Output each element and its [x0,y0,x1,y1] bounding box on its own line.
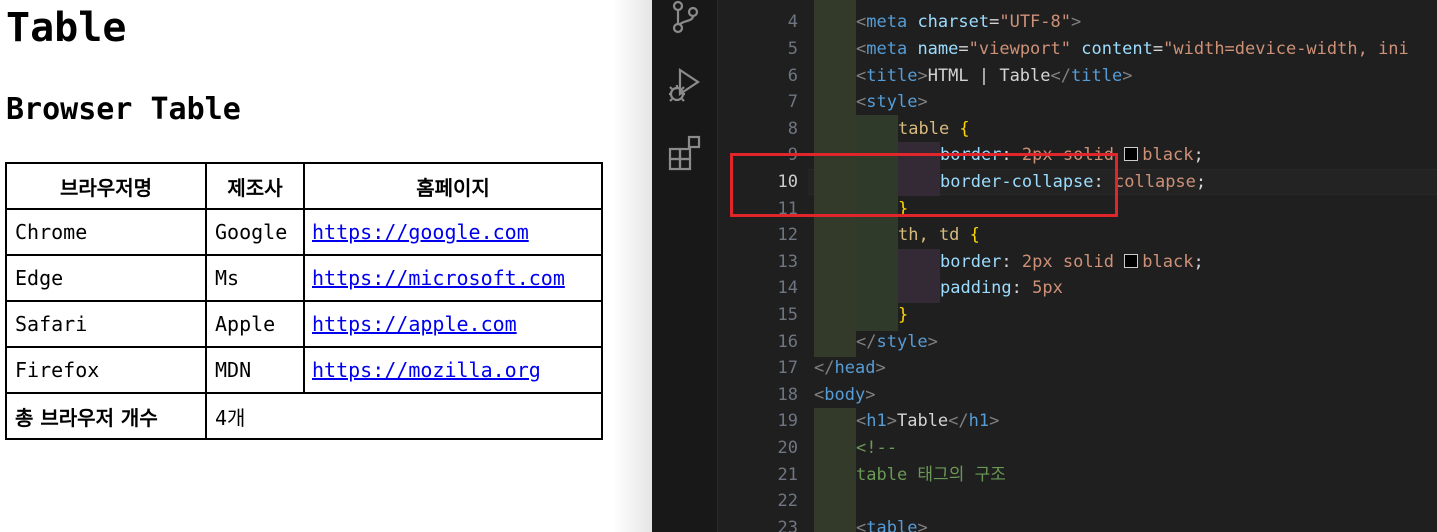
line-number: 14 [777,278,798,299]
code-line-23: <table> [856,517,928,532]
total-label: 총 브라우저 개수 [5,392,207,440]
header-maker: 제조사 [205,162,305,210]
cell-maker: Apple [205,300,305,348]
run-debug-icon[interactable] [665,64,705,104]
line-number: 19 [777,411,798,432]
browser-table: 브라우저명 제조사 홈페이지 Chrome Google https://goo… [5,162,603,440]
cell-maker: Ms [205,254,305,302]
line-number: 7 [787,92,798,113]
page-heading: Table [6,5,127,51]
header-homepage: 홈페이지 [303,162,603,210]
table-row: Safari Apple https://apple.com [5,300,603,348]
line-number: 4 [787,12,798,33]
line-number: 16 [777,331,798,352]
browser-viewport: Table Browser Table 브라우저명 제조사 홈페이지 Chrom… [0,0,652,532]
code-line-7: <style> [856,92,928,113]
cell-name: Edge [5,254,207,302]
cell-name: Safari [5,300,207,348]
line-number: 23 [777,517,798,532]
line-number: 5 [787,39,798,59]
line-number: 15 [777,305,798,325]
table-total-row: 총 브라우저 개수 4개 [5,392,603,440]
cell-maker: Google [205,208,305,256]
cell-name: Firefox [5,346,207,394]
line-number-gutter: 4 5 6 7 8 9 10 11 12 13 14 15 16 17 18 1… [718,0,808,532]
line-number: 17 [777,358,798,379]
line-number: 18 [777,384,798,405]
code-line-5: <meta name="viewport" content="width=dev… [856,39,1409,59]
extensions-icon[interactable] [665,134,705,174]
code-line-4: <meta charset="UTF-8"> [856,12,1082,33]
header-browser-name: 브라우저명 [5,162,207,210]
color-swatch[interactable] [1124,253,1139,268]
code-line-6: <title>HTML | Table</title> [856,65,1133,86]
table-row: Firefox MDN https://mozilla.org [5,346,603,394]
cell-url: https://google.com [303,208,603,256]
indent-guide [856,115,898,331]
cell-url: https://mozilla.org [303,346,603,394]
code-line-17: </head> [814,358,886,379]
code-line-8: table { [898,118,970,139]
homepage-link[interactable]: https://google.com [312,220,529,244]
indent-guide [898,249,940,303]
activity-bar [652,0,718,532]
table-heading: Browser Table [6,92,241,127]
source-control-icon[interactable] [665,0,705,38]
line-number: 21 [777,464,798,485]
code-line-12: th, td { [898,225,980,246]
homepage-link[interactable]: https://microsoft.com [312,266,565,290]
line-number: 13 [777,251,798,272]
code-line-18: <body> [814,384,876,405]
color-swatch[interactable] [1124,147,1139,162]
homepage-link[interactable]: https://apple.com [312,312,517,336]
line-number: 20 [777,438,798,458]
indent-guide [814,408,856,532]
window-divider [612,0,652,532]
code-line-21: table 태그의 구조 [856,464,1006,485]
line-number: 22 [777,491,798,512]
table-row: Edge Ms https://microsoft.com [5,254,603,302]
line-number: 8 [787,118,798,139]
line-number: 6 [787,65,798,86]
cell-name: Chrome [5,208,207,256]
total-value: 4개 [205,392,603,440]
code-line-13: border: 2px solid black; [940,251,1204,272]
cell-url: https://apple.com [303,300,603,348]
code-line-15: } [898,305,909,325]
code-line-16: </style> [856,331,938,352]
code-area[interactable]: <meta charset="UTF-8"> <meta name="viewp… [808,0,1437,532]
table-row: Chrome Google https://google.com [5,208,603,256]
code-line-20: <!-- [856,438,897,458]
code-editor-window: 4 5 6 7 8 9 10 11 12 13 14 15 16 17 18 1… [652,0,1437,532]
table-header-row: 브라우저명 제조사 홈페이지 [5,162,603,210]
line-number: 12 [777,225,798,246]
cell-maker: MDN [205,346,305,394]
annotation-highlight-box [730,153,1118,217]
homepage-link[interactable]: https://mozilla.org [312,358,541,382]
code-line-19: <h1>Table</h1> [856,411,1000,432]
cell-url: https://microsoft.com [303,254,603,302]
code-line-14: padding: 5px [940,278,1063,299]
